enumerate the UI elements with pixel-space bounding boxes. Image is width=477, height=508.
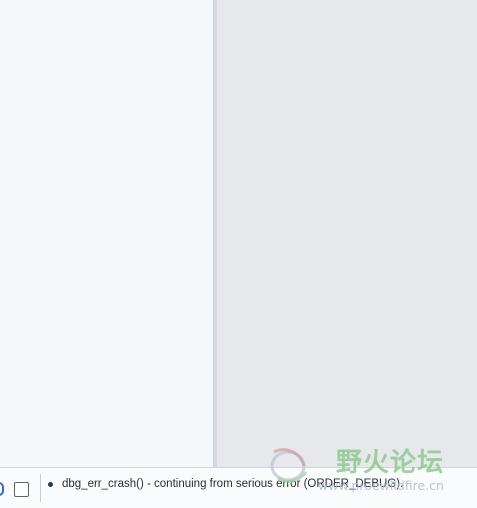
stop-square-icon[interactable] [14, 482, 29, 497]
left-panel [0, 0, 213, 467]
bullet-icon [48, 482, 53, 487]
status-bar: dbg_err_crash() - continuing from seriou… [0, 467, 477, 508]
statusbar-separator [40, 474, 41, 502]
status-message: dbg_err_crash() - continuing from seriou… [62, 478, 404, 490]
pencil-icon[interactable] [0, 482, 4, 496]
right-panel [217, 0, 477, 467]
